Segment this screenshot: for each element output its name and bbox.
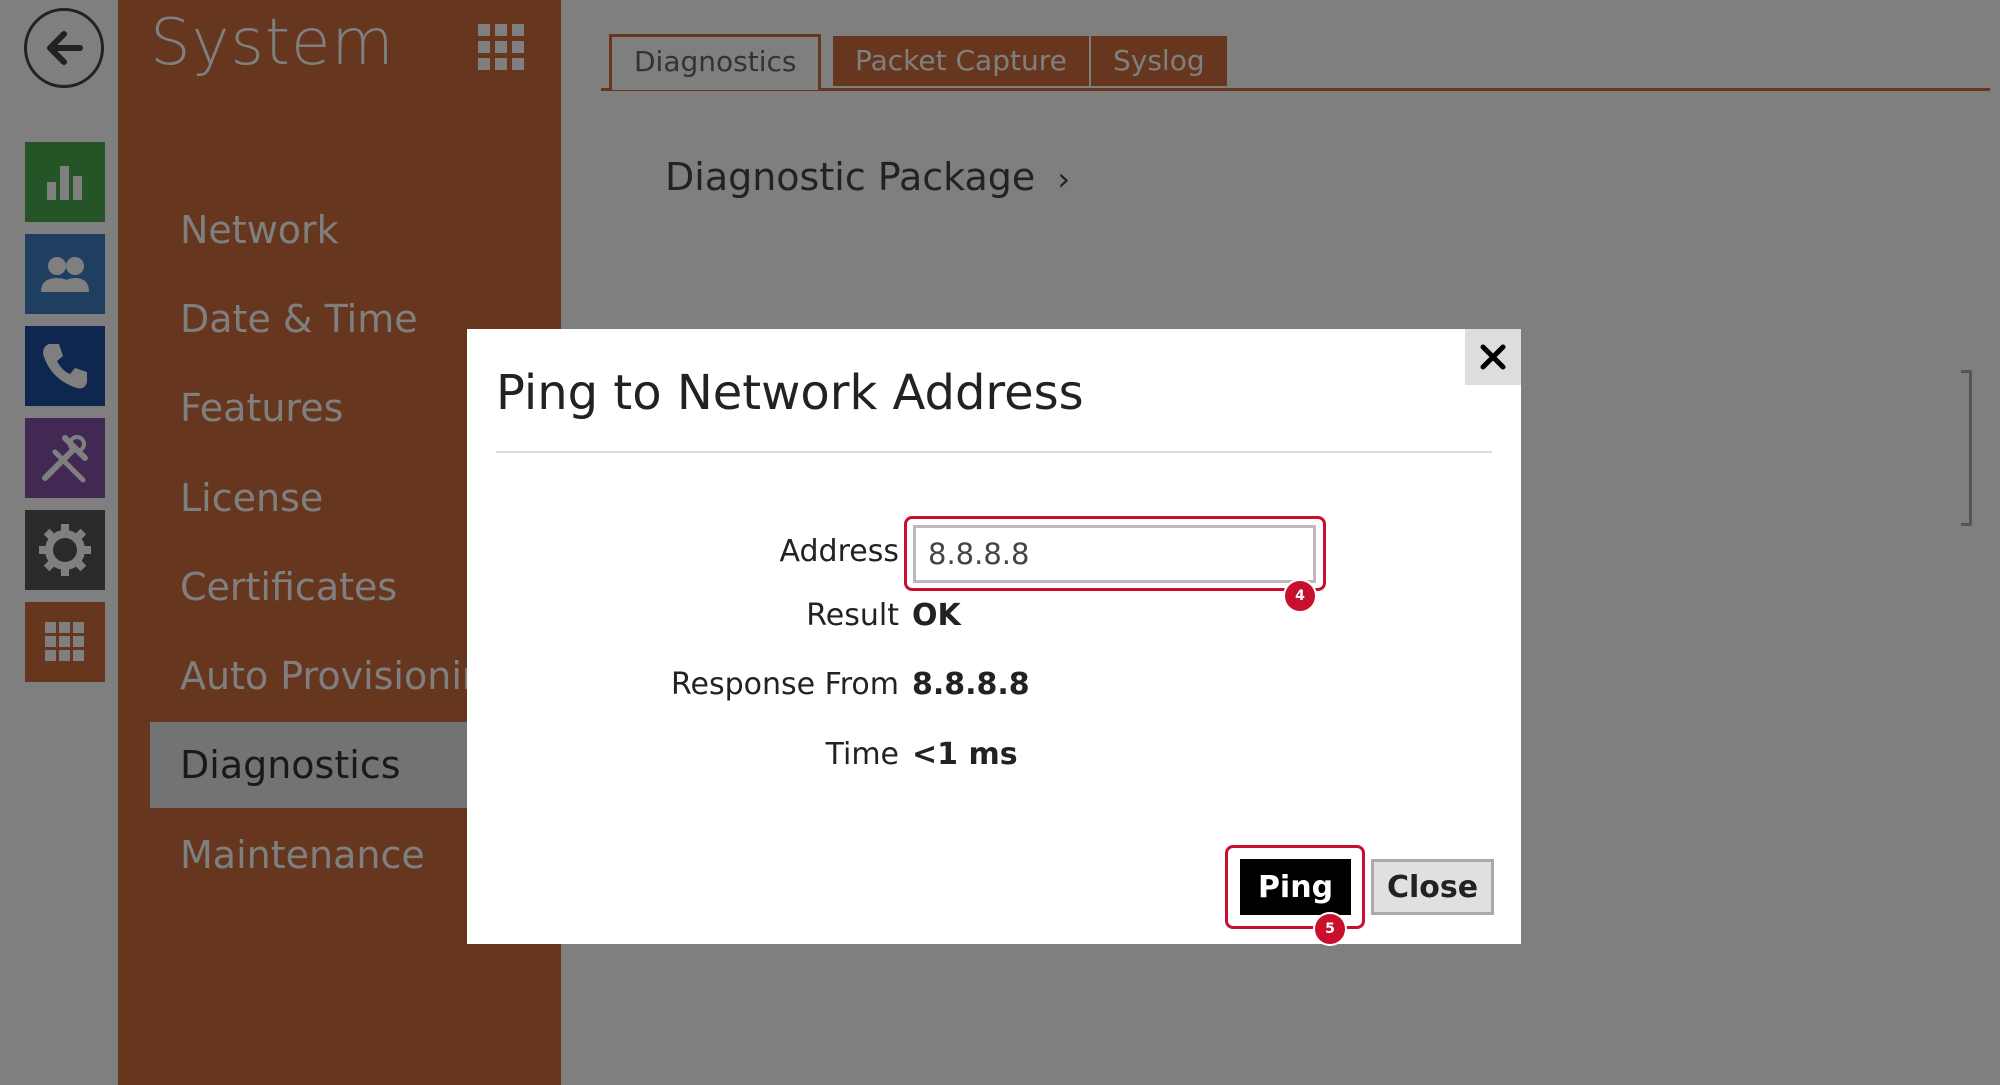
time-label: Time bbox=[825, 737, 899, 772]
ping-dialog: Ping to Network Address Address 4 Result… bbox=[467, 329, 1521, 946]
dialog-title: Ping to Network Address bbox=[496, 365, 1084, 421]
response-from-value: 8.8.8.8 bbox=[912, 667, 1030, 702]
close-button[interactable]: Close bbox=[1371, 859, 1494, 915]
address-input[interactable] bbox=[913, 525, 1316, 583]
dialog-divider bbox=[496, 451, 1492, 453]
result-value: OK bbox=[912, 598, 961, 633]
close-icon bbox=[1480, 344, 1506, 370]
response-from-label: Response From bbox=[671, 667, 899, 702]
step-badge-5: 5 bbox=[1313, 912, 1347, 946]
step-badge-4: 4 bbox=[1283, 579, 1317, 613]
app-window: System Network Date & Time Features Lice… bbox=[0, 0, 2000, 1085]
address-label: Address bbox=[779, 534, 899, 569]
ping-button[interactable]: Ping bbox=[1240, 859, 1351, 915]
time-value: <1 ms bbox=[912, 737, 1018, 772]
result-label: Result bbox=[806, 598, 899, 633]
dialog-close-button[interactable] bbox=[1465, 329, 1521, 385]
